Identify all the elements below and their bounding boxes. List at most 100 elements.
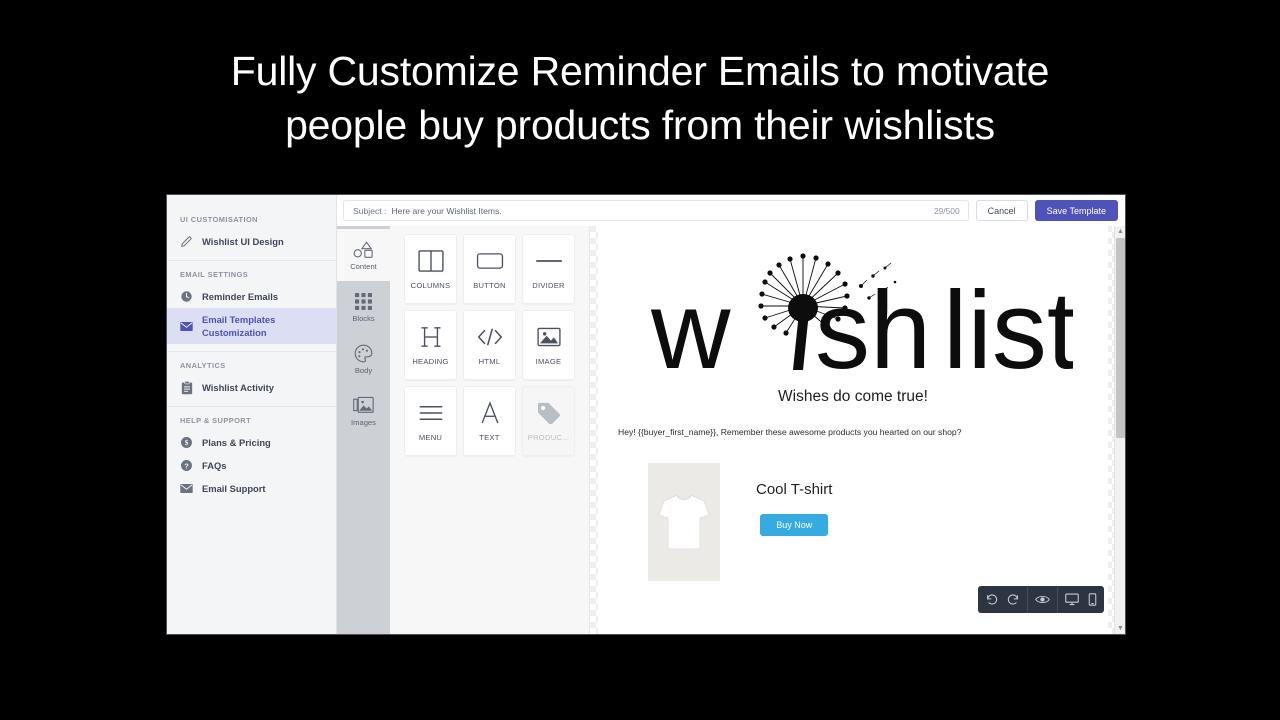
heading-icon [420, 325, 442, 349]
sidebar-item-wishlist-activity[interactable]: Wishlist Activity [167, 376, 336, 399]
canvas-scrollbar[interactable]: ▲ ▼ [1114, 226, 1125, 634]
question-circle-icon: ? [180, 459, 193, 472]
divider-icon [535, 249, 562, 273]
block-tile-label: BUTTON [473, 280, 506, 290]
menu-icon [419, 401, 443, 425]
cancel-button[interactable]: Cancel [975, 200, 1028, 221]
scroll-down-arrow[interactable]: ▼ [1115, 623, 1125, 634]
scroll-up-arrow[interactable]: ▲ [1115, 226, 1125, 237]
sidebar-item-label: Plans & Pricing [202, 437, 271, 448]
redo-icon[interactable] [1007, 593, 1020, 606]
block-tile-produc: PRODUC... [522, 386, 575, 456]
headline-line-1: Fully Customize Reminder Emails to motiv… [230, 48, 1050, 94]
editor-topbar: Subject : Here are your Wishlist Items. … [337, 195, 1125, 226]
svg-text:list: list [943, 269, 1073, 376]
sidebar-item-label: Reminder Emails [202, 291, 279, 302]
block-tile-divider[interactable]: DIVIDER [522, 234, 575, 304]
rail-tab-blocks[interactable]: Blocks [337, 281, 390, 333]
pencil-icon [180, 235, 193, 248]
tag-icon [537, 401, 561, 425]
columns-icon [417, 249, 444, 273]
image-icon [536, 325, 561, 349]
mobile-icon[interactable] [1088, 593, 1097, 606]
block-tile-image[interactable]: IMAGE [522, 310, 575, 380]
subject-input[interactable]: Subject : Here are your Wishlist Items. … [343, 200, 969, 221]
svg-text:$: $ [185, 439, 189, 447]
block-tile-label: MENU [418, 432, 443, 442]
nav-section-header: HELP & SUPPORT [180, 416, 252, 425]
nav-section: HELP & SUPPORT $ Plans & Pricing? FAQs Email… [167, 407, 336, 507]
email-canvas[interactable]: w sh list Wishes do come true! Hey! {{bu… [590, 226, 1125, 634]
preview-group [1028, 586, 1058, 613]
subject-value: Here are your Wishlist Items. [391, 205, 502, 216]
sidebar-item-label: Wishlist UI Design [202, 236, 284, 247]
sidebar-item-label: FAQs [202, 460, 227, 471]
eye-icon[interactable] [1035, 593, 1050, 606]
block-tile-columns[interactable]: COLUMNS [404, 234, 457, 304]
block-tile-label: HEADING [412, 356, 449, 366]
app-window: UI CUSTOMISATION Wishlist UI Design EMAIL … [166, 194, 1126, 635]
editor-tab-rail: Content Blocks Body Images [337, 226, 390, 634]
rail-tab-images[interactable]: Images [337, 385, 390, 437]
dollar-circle-icon: $ [180, 436, 193, 449]
envelope-icon [180, 482, 193, 495]
rail-tab-label: Content [350, 262, 377, 271]
sidebar-item-faqs[interactable]: ? FAQs [167, 454, 336, 477]
sidebar-item-reminder-emails[interactable]: Reminder Emails [167, 285, 336, 308]
palette-icon [354, 343, 373, 363]
sidebar-item-email-templates-customization[interactable]: Email Templates Customization [167, 308, 336, 344]
product-image [648, 463, 720, 581]
block-tile-label: PRODUC... [527, 432, 570, 442]
save-template-button[interactable]: Save Template [1034, 200, 1118, 221]
desktop-icon[interactable] [1065, 593, 1079, 606]
buy-now-button[interactable]: Buy Now [760, 514, 829, 536]
sidebar-item-email-support[interactable]: Email Support [167, 477, 336, 500]
page-headline: Fully Customize Reminder Emails to motiv… [0, 44, 1280, 152]
code-icon [477, 325, 503, 349]
nav-section-header: UI CUSTOMISATION [180, 215, 258, 224]
email-tagline: Wishes do come true! [778, 388, 928, 405]
product-info: Cool T-shirt Buy Now [756, 463, 832, 536]
scrollbar-thumb[interactable] [1116, 238, 1125, 438]
clipboard-icon [180, 380, 193, 394]
blocks-palette-grid: COLUMNS BUTTON DIVIDER HEADING HTML IMAGE MENU… [404, 234, 575, 634]
shapes-icon [353, 239, 375, 259]
svg-text:w: w [650, 269, 731, 376]
nav-section: ANALYTICS Wishlist Activity [167, 352, 336, 407]
block-tile-heading[interactable]: HEADING [404, 310, 457, 380]
text-icon [480, 400, 500, 425]
block-tile-text[interactable]: TEXT [463, 386, 516, 456]
block-tile-label: IMAGE [535, 356, 562, 366]
nav-section-header: EMAIL SETTINGS [180, 270, 249, 279]
clock-icon [180, 290, 193, 303]
sidebar-item-label: Email Templates Customization [202, 314, 276, 338]
rail-tab-body[interactable]: Body [337, 333, 390, 385]
rail-tab-label: Body [354, 366, 373, 375]
nav-section-header: ANALYTICS [180, 361, 226, 370]
grid-icon [355, 291, 372, 311]
button-icon [476, 249, 504, 273]
undo-icon[interactable] [985, 593, 998, 606]
images-icon [353, 395, 374, 415]
subject-label: Subject : [353, 205, 387, 216]
block-tile-label: DIVIDER [532, 280, 565, 290]
sidebar-item-plans-pricing[interactable]: $ Plans & Pricing [167, 431, 336, 454]
rail-tab-content[interactable]: Content [337, 229, 390, 281]
editor-workspace: Content Blocks Body Images COLUMNS BUTTON DIV… [337, 226, 1125, 634]
history-group [978, 586, 1028, 613]
email-body-content: w sh list Wishes do come true! Hey! {{bu… [598, 226, 1108, 634]
block-tile-html[interactable]: HTML [463, 310, 516, 380]
nav-section: UI CUSTOMISATION Wishlist UI Design [167, 206, 336, 261]
product-title: Cool T-shirt [756, 481, 833, 498]
svg-text:?: ? [184, 462, 188, 470]
left-sidebar: UI CUSTOMISATION Wishlist UI Design EMAIL … [167, 195, 337, 634]
rail-tab-label: Blocks [352, 314, 375, 323]
sidebar-item-wishlist-ui-design[interactable]: Wishlist UI Design [167, 230, 336, 253]
block-tile-label: COLUMNS [410, 280, 451, 290]
block-tile-button[interactable]: BUTTON [463, 234, 516, 304]
sidebar-item-label: Wishlist Activity [202, 382, 274, 393]
block-tile-menu[interactable]: MENU [404, 386, 457, 456]
blocks-palette: COLUMNS BUTTON DIVIDER HEADING HTML IMAGE MENU… [390, 226, 590, 634]
canvas-float-toolbar [978, 586, 1104, 613]
email-editor: Subject : Here are your Wishlist Items. … [337, 195, 1125, 634]
